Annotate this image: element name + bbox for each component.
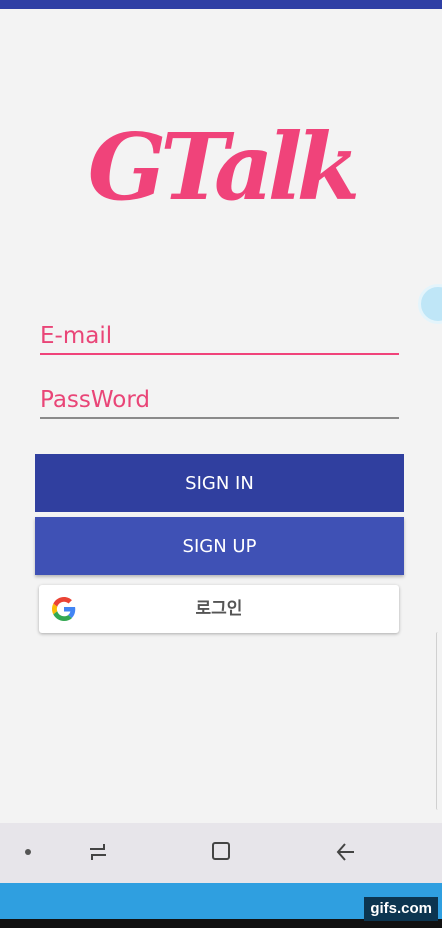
nav-dot-icon[interactable] — [25, 849, 31, 855]
password-field[interactable] — [40, 387, 399, 419]
floating-bubble[interactable] — [418, 284, 442, 324]
edge-panel-handle[interactable] — [436, 632, 440, 810]
email-input[interactable] — [40, 323, 399, 353]
status-bar — [0, 0, 442, 9]
sign-in-button[interactable]: SIGN IN — [35, 454, 404, 512]
email-field[interactable] — [40, 323, 399, 355]
watermark: gifs.com — [364, 897, 438, 921]
navigation-bar — [0, 823, 442, 883]
google-login-label: 로그인 — [195, 599, 243, 619]
app-logo: GTalk — [0, 112, 442, 222]
recent-apps-icon[interactable] — [86, 840, 110, 864]
password-input[interactable] — [40, 387, 399, 417]
logo-text: GTalk — [87, 113, 361, 221]
google-login-button[interactable]: 로그인 — [39, 585, 399, 633]
back-icon[interactable] — [334, 840, 358, 864]
home-icon[interactable] — [212, 842, 230, 860]
sign-up-button[interactable]: SIGN UP — [35, 517, 404, 575]
